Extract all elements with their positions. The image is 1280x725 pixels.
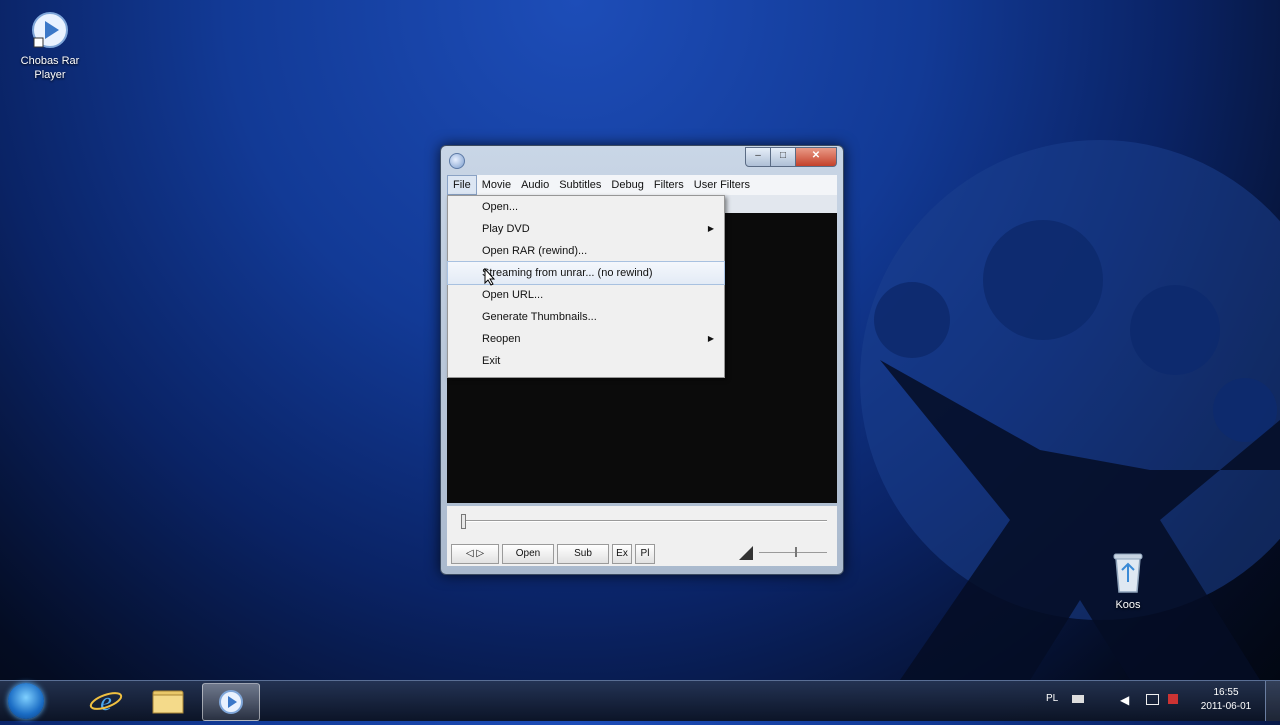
volume-slider[interactable] xyxy=(759,552,827,553)
mouse-cursor-icon xyxy=(484,268,496,286)
menu-item-reopen[interactable]: Reopen ▶ xyxy=(448,328,724,350)
clock-time: 16:55 xyxy=(1213,687,1239,698)
minimize-button[interactable]: – xyxy=(745,147,771,167)
menu-item-label: Exit xyxy=(482,355,501,367)
menu-item-label: Play DVD xyxy=(482,223,530,235)
submenu-arrow-icon: ▶ xyxy=(707,334,714,343)
taskbar-player[interactable] xyxy=(202,683,260,721)
menu-item-label: Reopen xyxy=(482,333,521,345)
file-menu-dropdown: Open... Play DVD ▶ Open RAR (rewind)... … xyxy=(447,195,725,378)
window-titlebar[interactable]: – □ ✕ xyxy=(441,146,843,174)
ex-button[interactable]: Ex xyxy=(612,544,632,564)
menu-filters[interactable]: Filters xyxy=(649,175,689,195)
taskbar-ie[interactable]: e xyxy=(78,683,134,719)
pl-button[interactable]: Pl xyxy=(635,544,655,564)
taskbar-explorer[interactable] xyxy=(140,683,196,719)
open-button[interactable]: Open xyxy=(502,544,554,564)
menu-item-label: Streaming from unrar... (no rewind) xyxy=(482,267,653,279)
menu-bar: File Movie Audio Subtitles Debug Filters… xyxy=(447,175,837,195)
close-button[interactable]: ✕ xyxy=(796,147,837,167)
action-center-icon[interactable] xyxy=(1146,694,1159,705)
start-orb-icon[interactable] xyxy=(8,683,44,719)
recycle-bin-icon xyxy=(1113,553,1143,593)
menu-file[interactable]: File xyxy=(447,175,477,195)
maximize-button[interactable]: □ xyxy=(771,147,796,167)
menu-item-label: Open... xyxy=(482,201,519,213)
submenu-arrow-icon: ▶ xyxy=(707,224,714,233)
menu-item-label: Open URL... xyxy=(482,289,544,301)
network-icon[interactable] xyxy=(1072,695,1084,703)
menu-debug[interactable]: Debug xyxy=(606,175,648,195)
menu-movie[interactable]: Movie xyxy=(477,175,516,195)
desktop-icon-label: Chobas Rar Player xyxy=(20,55,80,81)
seek-bar[interactable] xyxy=(461,520,827,522)
play-pause-button[interactable]: ◁ ▷ xyxy=(451,544,499,564)
player-icon xyxy=(219,690,243,714)
control-panel: ◁ ▷ Open Sub Ex Pl xyxy=(447,506,837,566)
desktop-icon-label: Koos xyxy=(1115,599,1141,611)
seek-thumb[interactable] xyxy=(461,514,466,529)
menu-item-open[interactable]: Open... xyxy=(448,196,724,218)
menu-user-filters[interactable]: User Filters xyxy=(689,175,755,195)
sub-button[interactable]: Sub xyxy=(557,544,609,564)
taskbar: e PL ◀ 16:55 2011-06-01 xyxy=(0,680,1280,721)
menu-item-generate-thumbnails[interactable]: Generate Thumbnails... xyxy=(448,306,724,328)
menu-item-label: Generate Thumbnails... xyxy=(482,311,597,323)
player-icon xyxy=(32,12,68,48)
menu-item-open-url[interactable]: Open URL... xyxy=(448,284,724,306)
speaker-icon[interactable]: ◀ xyxy=(1120,693,1129,707)
show-desktop-button[interactable] xyxy=(1265,681,1280,721)
menu-subtitles[interactable]: Subtitles xyxy=(554,175,606,195)
menu-item-label: Open RAR (rewind)... xyxy=(482,245,588,257)
language-indicator[interactable]: PL xyxy=(1046,693,1058,704)
app-icon xyxy=(449,153,465,169)
menu-audio[interactable]: Audio xyxy=(516,175,554,195)
folder-icon xyxy=(152,690,184,714)
clock-date: 2011-06-01 xyxy=(1200,701,1252,712)
window-controls: – □ ✕ xyxy=(745,147,837,167)
menu-item-open-rar[interactable]: Open RAR (rewind)... xyxy=(448,240,724,262)
volume-thumb[interactable] xyxy=(795,547,797,557)
speaker-icon xyxy=(739,546,753,560)
clock[interactable]: 16:55 2011-06-01 xyxy=(1196,686,1256,714)
system-tray: PL ◀ 16:55 2011-06-01 xyxy=(1040,681,1280,721)
flag-icon[interactable] xyxy=(1168,694,1178,704)
ie-icon: e xyxy=(89,687,123,716)
control-buttons: ◁ ▷ Open Sub Ex Pl xyxy=(451,544,658,564)
desktop-icon-player[interactable]: Chobas Rar Player xyxy=(10,10,90,82)
menu-item-exit[interactable]: Exit xyxy=(448,350,724,372)
desktop-icon-recycle-bin[interactable]: Koos xyxy=(1088,550,1168,612)
svg-text:e: e xyxy=(100,687,112,716)
menu-item-play-dvd[interactable]: Play DVD ▶ xyxy=(448,218,724,240)
